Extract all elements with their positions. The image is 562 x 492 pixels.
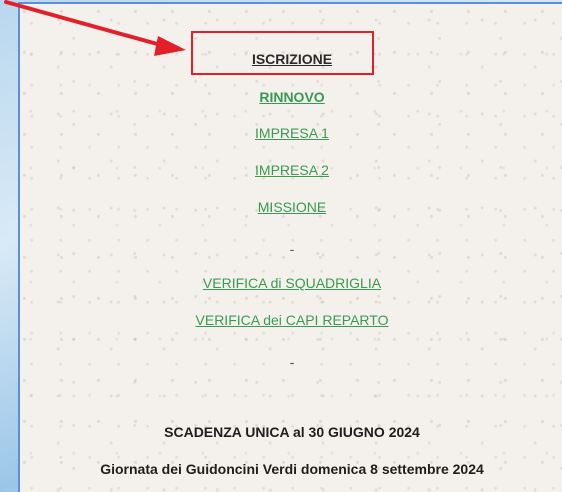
screenshot-stage: ISCRIZIONE RINNOVO IMPRESA 1 IMPRESA 2 M… [0,0,562,492]
pointer-arrow-icon [4,0,186,56]
